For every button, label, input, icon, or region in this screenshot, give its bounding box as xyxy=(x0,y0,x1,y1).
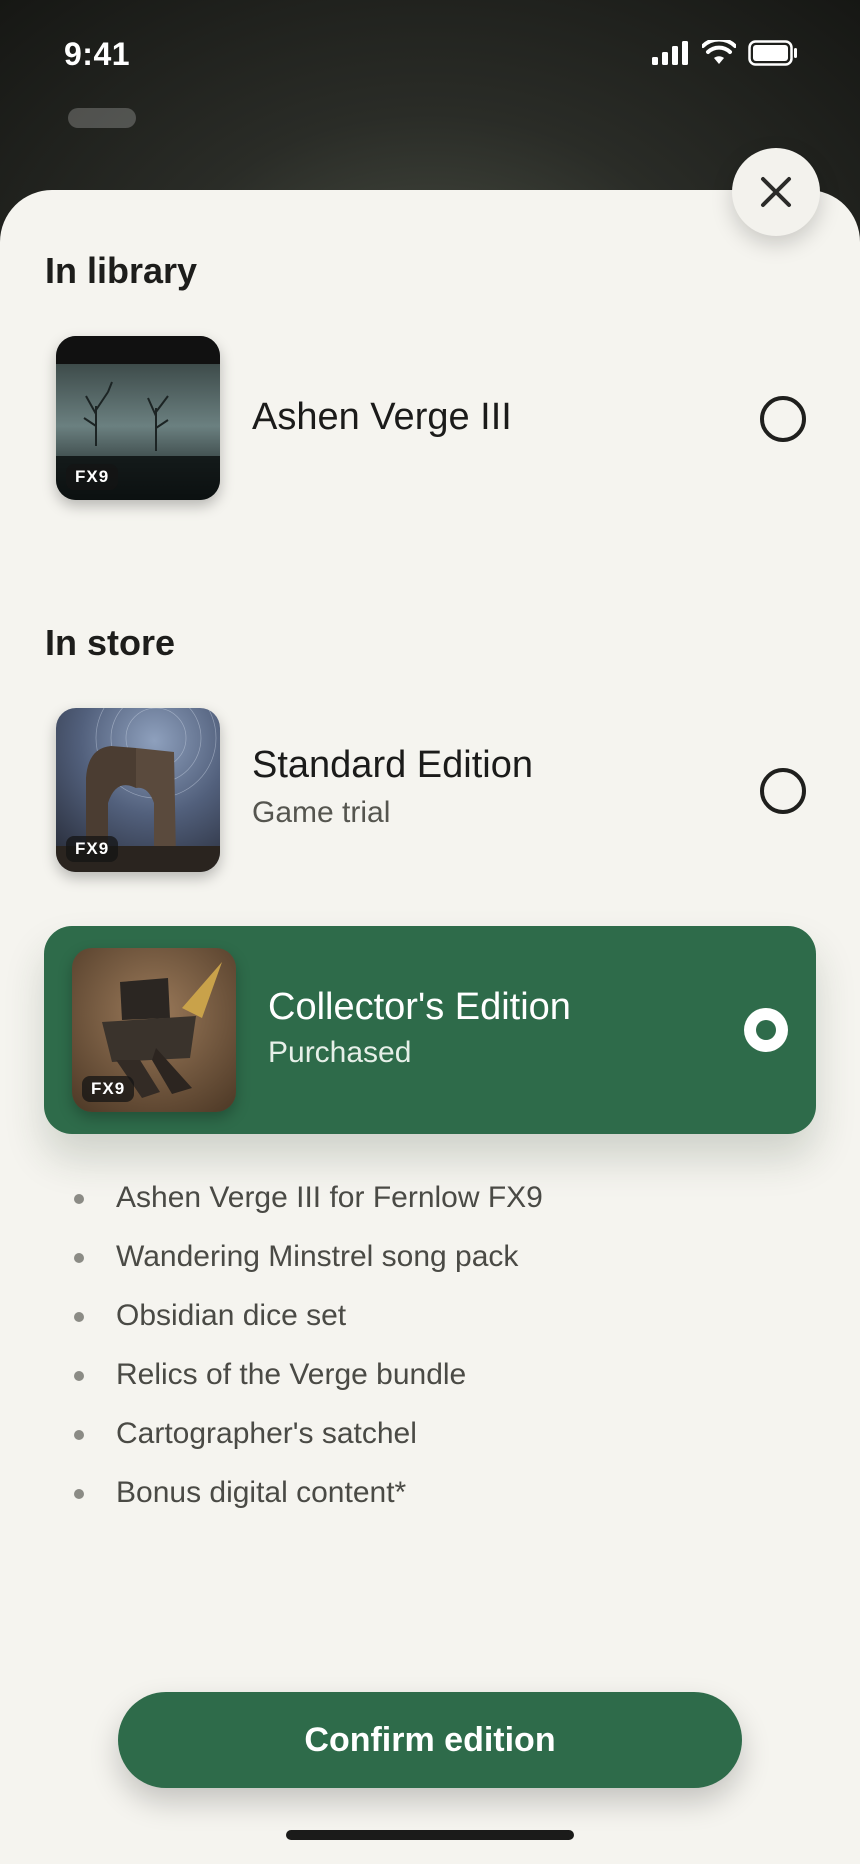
store-item-standard-edition[interactable]: FX9 Standard Edition Game trial xyxy=(44,702,816,880)
feature-item: Relics of the Verge bundle xyxy=(70,1353,543,1412)
platform-badge: FX9 xyxy=(66,836,119,862)
game-thumbnail: FX9 xyxy=(56,708,220,872)
bullet-icon xyxy=(74,1194,84,1204)
confirm-edition-button[interactable]: Confirm edition xyxy=(118,1692,742,1788)
feature-item: Obsidian dice set xyxy=(70,1294,543,1353)
feature-text: Ashen Verge III for Fernlow FX9 xyxy=(116,1181,543,1214)
bullet-icon xyxy=(74,1489,84,1499)
section-heading-library: In library xyxy=(45,250,198,291)
feature-text: Relics of the Verge bundle xyxy=(116,1358,467,1391)
feature-item: Ashen Verge III for Fernlow FX9 xyxy=(70,1176,543,1235)
bullet-icon xyxy=(74,1312,84,1322)
platform-badge: FX9 xyxy=(66,464,119,490)
status-time: 9:41 xyxy=(64,36,131,72)
feature-text: Obsidian dice set xyxy=(116,1299,347,1332)
dynamic-island-pill xyxy=(68,108,136,128)
feature-text: Cartographer's satchel xyxy=(116,1417,417,1450)
bullet-icon xyxy=(74,1253,84,1263)
home-indicator[interactable] xyxy=(286,1830,574,1840)
bullet-icon xyxy=(74,1371,84,1381)
radio-selected[interactable] xyxy=(744,1008,788,1052)
item-subtitle: Purchased xyxy=(268,1036,412,1069)
bullet-icon xyxy=(74,1430,84,1440)
platform-badge: FX9 xyxy=(82,1076,135,1102)
radio-unselected[interactable] xyxy=(760,396,806,442)
radio-unselected[interactable] xyxy=(760,768,806,814)
battery-icon xyxy=(748,40,797,66)
feature-item: Wandering Minstrel song pack xyxy=(70,1235,543,1294)
game-thumbnail: FX9 xyxy=(56,336,220,500)
signal-icon xyxy=(652,41,688,65)
feature-item: Bonus digital content* xyxy=(70,1471,543,1530)
item-title: Ashen Verge III xyxy=(252,396,512,438)
feature-text: Wandering Minstrel song pack xyxy=(116,1240,519,1273)
status-bar: 9:41 xyxy=(0,0,860,110)
item-subtitle: Game trial xyxy=(252,796,391,829)
game-thumbnail: FX9 xyxy=(72,948,236,1112)
radio-dot xyxy=(756,1020,776,1040)
store-item-collectors-edition[interactable]: FX9 Collector's Edition Purchased xyxy=(44,926,816,1134)
close-icon xyxy=(761,177,791,207)
feature-text: Bonus digital content* xyxy=(116,1476,407,1509)
status-icons xyxy=(652,40,798,66)
edition-features-list: Ashen Verge III for Fernlow FX9 Wanderin… xyxy=(70,1176,543,1530)
close-button[interactable] xyxy=(732,148,820,236)
item-title: Standard Edition xyxy=(252,744,533,786)
feature-item: Cartographer's satchel xyxy=(70,1412,543,1471)
library-item-ashen-verge[interactable]: FX9 Ashen Verge III xyxy=(44,330,816,508)
wifi-icon xyxy=(702,40,736,64)
section-heading-store: In store xyxy=(45,622,176,663)
item-title: Collector's Edition xyxy=(268,986,571,1028)
